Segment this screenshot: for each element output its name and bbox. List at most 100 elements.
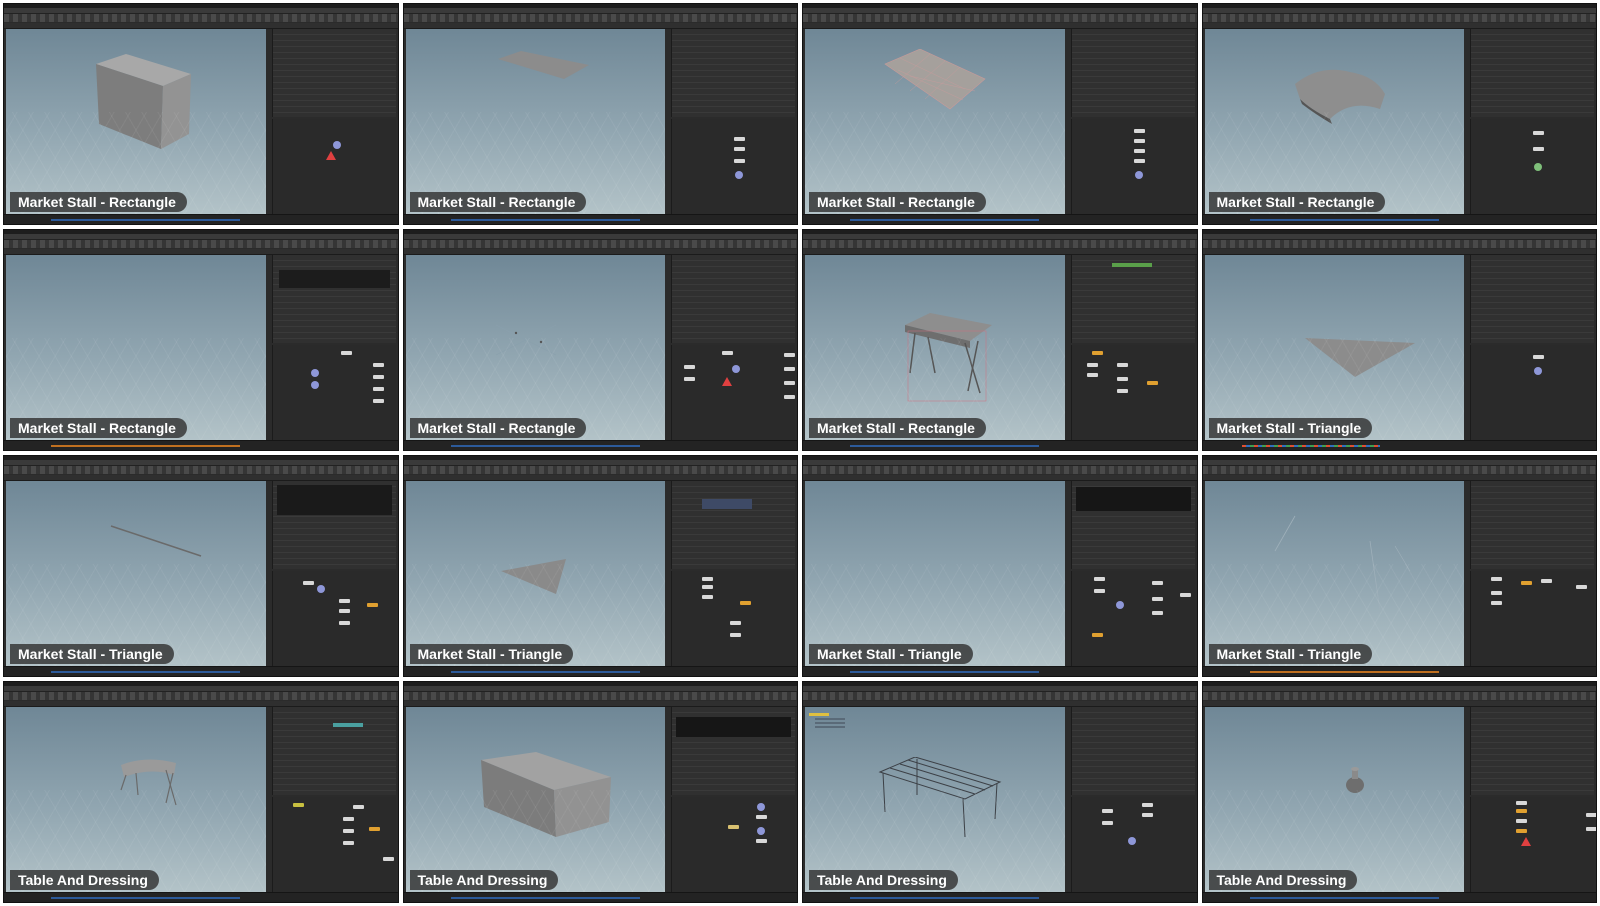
timeline-bar[interactable]	[850, 671, 1040, 673]
network-node[interactable]	[372, 375, 384, 379]
tile-13[interactable]: Table And Dressing	[3, 681, 399, 903]
parameter-pane[interactable]	[1070, 255, 1195, 343]
tile-4[interactable]: Market Stall - Rectangle	[1201, 3, 1597, 225]
tile-8[interactable]: Market Stall - Triangle	[1201, 229, 1597, 451]
network-node[interactable]	[756, 815, 768, 819]
network-node[interactable]	[1491, 577, 1503, 581]
network-editor[interactable]	[271, 345, 396, 440]
network-editor[interactable]	[671, 345, 796, 440]
network-node[interactable]	[702, 595, 714, 599]
network-editor[interactable]	[271, 797, 396, 892]
network-editor[interactable]	[1470, 571, 1594, 666]
tile-6[interactable]: Market Stall - Rectangle	[402, 229, 798, 451]
tile-12[interactable]: Market Stall - Triangle	[1201, 455, 1597, 677]
network-editor[interactable]	[671, 571, 795, 666]
network-node[interactable]	[1116, 377, 1128, 381]
network-node[interactable]	[1516, 809, 1528, 813]
network-node[interactable]	[1586, 813, 1597, 817]
parameter-pane[interactable]	[1470, 707, 1594, 795]
network-editor[interactable]	[1470, 797, 1597, 892]
parameter-pane[interactable]	[671, 481, 795, 569]
network-node[interactable]	[740, 601, 752, 605]
shelf-toolbar[interactable]	[4, 14, 398, 22]
tile-2[interactable]: Market Stall - Rectangle	[402, 3, 798, 225]
network-node[interactable]	[1533, 131, 1545, 135]
network-editor[interactable]	[271, 571, 396, 666]
network-node[interactable]	[338, 621, 350, 625]
network-node[interactable]	[734, 147, 746, 151]
highlight-field[interactable]	[332, 723, 363, 727]
tile-7[interactable]: Market Stall - Rectangle	[802, 229, 1198, 451]
network-node[interactable]	[1133, 159, 1145, 163]
network-node[interactable]	[332, 141, 341, 149]
parameter-pane[interactable]	[1070, 707, 1195, 795]
shelf-toolbar[interactable]	[803, 466, 1197, 474]
shelf-toolbar[interactable]	[1202, 240, 1596, 248]
network-node[interactable]	[352, 805, 364, 809]
network-node[interactable]	[1091, 351, 1103, 355]
network-editor[interactable]	[1070, 571, 1195, 666]
network-node[interactable]	[1576, 585, 1588, 589]
parameter-pane[interactable]	[671, 29, 795, 117]
timeline-bar[interactable]	[51, 671, 241, 673]
network-node[interactable]	[1586, 827, 1597, 831]
network-editor[interactable]	[271, 119, 396, 214]
network-node[interactable]	[730, 621, 742, 625]
network-node[interactable]	[340, 351, 352, 355]
scene-viewport[interactable]	[405, 707, 666, 892]
scene-viewport[interactable]	[6, 255, 266, 440]
parameter-pane[interactable]	[1470, 481, 1594, 569]
code-editor[interactable]	[676, 717, 791, 737]
scene-viewport[interactable]	[405, 481, 666, 666]
network-node[interactable]	[1151, 581, 1163, 585]
network-node[interactable]	[316, 585, 325, 593]
code-editor[interactable]	[1075, 487, 1191, 511]
timeline-bar[interactable]	[51, 445, 241, 447]
network-node[interactable]	[372, 399, 384, 403]
network-editor[interactable]	[1470, 345, 1594, 440]
network-node[interactable]	[1091, 633, 1103, 637]
shelf-toolbar[interactable]	[4, 240, 398, 248]
parameter-pane[interactable]	[271, 29, 396, 117]
network-node[interactable]	[1541, 579, 1553, 583]
network-node[interactable]	[684, 365, 696, 369]
network-node[interactable]	[310, 381, 319, 389]
timeline-bar[interactable]	[850, 219, 1040, 221]
timeline-bar[interactable]	[850, 897, 1040, 899]
timeline-bar[interactable]	[51, 897, 241, 899]
network-node[interactable]	[1133, 139, 1145, 143]
timeline-bar[interactable]	[1249, 897, 1439, 899]
network-node[interactable]	[730, 633, 742, 637]
scene-viewport[interactable]	[1204, 29, 1465, 214]
network-node[interactable]	[1101, 809, 1113, 813]
parameter-pane[interactable]	[271, 481, 396, 569]
network-node[interactable]	[382, 857, 394, 861]
network-node[interactable]	[1533, 355, 1545, 359]
shelf-toolbar[interactable]	[403, 240, 797, 248]
network-node[interactable]	[757, 803, 766, 811]
shelf-toolbar[interactable]	[4, 692, 398, 700]
network-editor[interactable]	[1070, 345, 1195, 440]
scene-viewport[interactable]	[6, 481, 266, 666]
network-node[interactable]	[1116, 363, 1128, 367]
scene-viewport[interactable]	[1204, 255, 1465, 440]
network-node[interactable]	[757, 827, 766, 835]
network-node[interactable]	[1516, 819, 1528, 823]
network-node[interactable]	[1133, 149, 1145, 153]
scene-viewport[interactable]	[805, 707, 1065, 892]
network-editor[interactable]	[1070, 119, 1195, 214]
network-node[interactable]	[1141, 813, 1153, 817]
parameter-pane[interactable]	[271, 707, 396, 795]
tile-10[interactable]: Market Stall - Triangle	[402, 455, 798, 677]
shelf-toolbar[interactable]	[403, 14, 797, 22]
tile-15[interactable]: Table And Dressing	[802, 681, 1198, 903]
scene-viewport[interactable]	[805, 255, 1065, 440]
network-node[interactable]	[368, 827, 380, 831]
network-node[interactable]	[728, 825, 740, 829]
network-node[interactable]	[342, 841, 354, 845]
parameter-pane[interactable]	[1470, 29, 1594, 117]
timeline-bar[interactable]	[450, 445, 640, 447]
network-node[interactable]	[338, 599, 350, 603]
parameter-pane[interactable]	[1470, 255, 1594, 343]
selected-field[interactable]	[702, 499, 753, 509]
